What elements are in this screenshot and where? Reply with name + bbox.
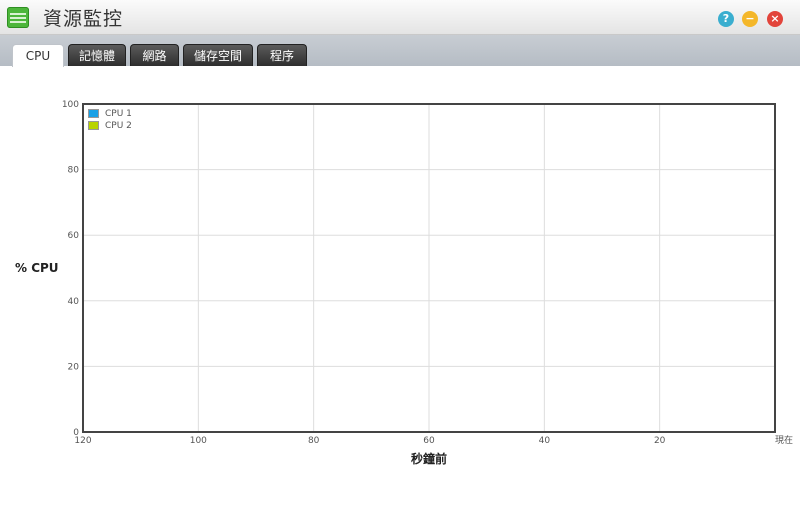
y-tick-label: 40 [68, 297, 80, 307]
y-tick-label: 20 [68, 362, 80, 372]
legend-swatch-cpu1 [88, 109, 99, 118]
chart-legend: CPU 1 CPU 2 [88, 108, 132, 132]
x-tick-label: 80 [308, 436, 320, 446]
legend-swatch-cpu2 [88, 121, 99, 130]
legend-item-cpu2: CPU 2 [88, 120, 132, 132]
legend-item-cpu1: CPU 1 [88, 108, 132, 120]
legend-label-cpu1: CPU 1 [105, 109, 132, 119]
x-tick-label: 40 [539, 436, 551, 446]
x-tick-label: 100 [190, 436, 207, 446]
x-axis-label: 秒鐘前 [411, 452, 448, 466]
y-tick-label: 100 [62, 100, 79, 110]
x-tick-label: 20 [654, 436, 666, 446]
legend-label-cpu2: CPU 2 [105, 121, 132, 131]
x-tick-label: 60 [423, 436, 435, 446]
y-tick-label: 60 [68, 231, 80, 241]
y-tick-label: 80 [68, 166, 80, 176]
x-tick-label: 120 [74, 436, 91, 446]
plot-area [82, 103, 776, 433]
y-axis-label: % CPU [15, 261, 59, 275]
x-tick-label: 現在 [775, 434, 793, 446]
